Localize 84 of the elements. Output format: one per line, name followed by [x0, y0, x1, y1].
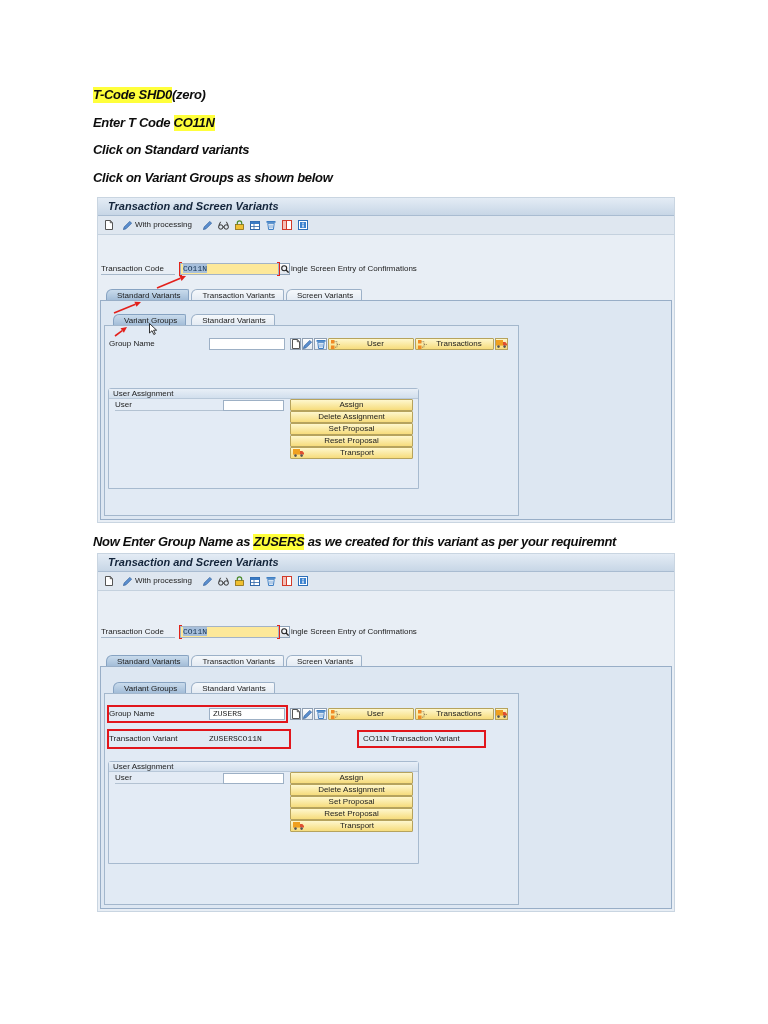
hierarchy-icon [418, 339, 427, 349]
table-icon[interactable] [249, 220, 260, 230]
description-text: ingle Screen Entry of Confirmations [291, 628, 417, 636]
action-button[interactable]: Assign [290, 772, 413, 784]
field-label: Transaction Variant [109, 735, 179, 743]
document-icon [291, 339, 300, 349]
trash-icon[interactable] [265, 576, 276, 586]
transport-button[interactable] [495, 338, 508, 350]
action-button[interactable]: Delete Assignment [290, 411, 413, 423]
action-button[interactable]: Reset Proposal [290, 808, 413, 820]
trash-icon [315, 709, 326, 719]
search-button[interactable] [279, 263, 290, 275]
with-processing-button[interactable]: With processing [123, 220, 192, 230]
pencil-icon[interactable] [202, 576, 212, 586]
action-button[interactable]: Set Proposal [290, 796, 413, 808]
info-icon[interactable] [297, 576, 308, 586]
transaction-code-field[interactable]: CO11N [180, 263, 279, 275]
glasses-icon[interactable] [217, 220, 229, 230]
action-button[interactable]: Transactions [415, 338, 494, 350]
value-text: ZUSERSCO11N [209, 733, 263, 745]
search-button[interactable] [279, 626, 290, 638]
group-box-header: User Assignment [109, 762, 418, 772]
delete-button[interactable] [314, 338, 327, 350]
table-icon[interactable] [249, 576, 260, 586]
document-icon[interactable] [105, 220, 113, 230]
action-button[interactable]: User [328, 708, 414, 720]
square-icon[interactable] [281, 576, 292, 586]
field-label: User [115, 399, 223, 411]
action-button[interactable]: Delete Assignment [290, 784, 413, 796]
pencil-icon [303, 709, 312, 719]
instruction-text: Click on Standard variants [93, 142, 250, 158]
hierarchy-icon [418, 709, 427, 719]
pencil-icon [123, 576, 132, 586]
edit-button[interactable] [302, 708, 313, 720]
truck-icon [293, 449, 304, 457]
input-field[interactable] [223, 773, 284, 784]
transport-button[interactable]: Transport [290, 820, 413, 832]
pencil-icon [303, 339, 312, 349]
action-button[interactable]: User [328, 338, 414, 350]
action-button[interactable]: Assign [290, 399, 413, 411]
window-title: Transaction and Screen Variants [108, 557, 279, 568]
transport-button[interactable] [495, 708, 508, 720]
truck-icon [496, 710, 507, 718]
action-button[interactable]: Set Proposal [290, 423, 413, 435]
input-field[interactable] [223, 400, 284, 411]
trash-icon [315, 339, 326, 349]
action-button[interactable]: Reset Proposal [290, 435, 413, 447]
pencil-icon[interactable] [202, 220, 212, 230]
delete-button[interactable] [314, 708, 327, 720]
input-field[interactable] [209, 338, 285, 350]
document-icon[interactable] [105, 576, 113, 586]
search-icon [280, 628, 289, 636]
square-icon[interactable] [281, 220, 292, 230]
hierarchy-icon [331, 709, 340, 719]
glasses-icon[interactable] [217, 576, 229, 586]
action-button[interactable]: Transactions [415, 708, 494, 720]
edit-button[interactable] [302, 338, 313, 350]
instruction-text: Click on Variant Groups as shown below [93, 169, 333, 186]
instruction-text: Enter T Code CO11N [93, 114, 215, 131]
document-icon [291, 709, 300, 719]
input-field[interactable]: ZUSERS [209, 708, 285, 720]
truck-icon [496, 340, 507, 348]
field-label: Group Name [109, 710, 156, 718]
pencil-icon [123, 220, 132, 230]
truck-icon [293, 822, 304, 830]
lock-icon[interactable] [234, 576, 244, 586]
with-processing-button[interactable]: With processing [123, 576, 192, 586]
field-label: Transaction Code [101, 626, 175, 638]
transport-button[interactable]: Transport [290, 447, 413, 459]
group-box-header: User Assignment [109, 389, 418, 399]
lock-icon[interactable] [234, 220, 244, 230]
description-text: ingle Screen Entry of Confirmations [291, 265, 417, 273]
search-icon [280, 265, 289, 273]
transaction-code-field[interactable]: CO11N [180, 626, 279, 638]
field-label: Group Name [109, 340, 156, 348]
description-text: CO11N Transaction Variant [363, 735, 460, 743]
trash-icon[interactable] [265, 220, 276, 230]
create-button[interactable] [290, 338, 301, 350]
hierarchy-icon [331, 339, 340, 349]
field-label: User [115, 772, 223, 784]
window-title: Transaction and Screen Variants [108, 201, 279, 212]
info-icon[interactable] [297, 220, 308, 230]
create-button[interactable] [290, 708, 301, 720]
field-label: Transaction Code [101, 263, 175, 275]
